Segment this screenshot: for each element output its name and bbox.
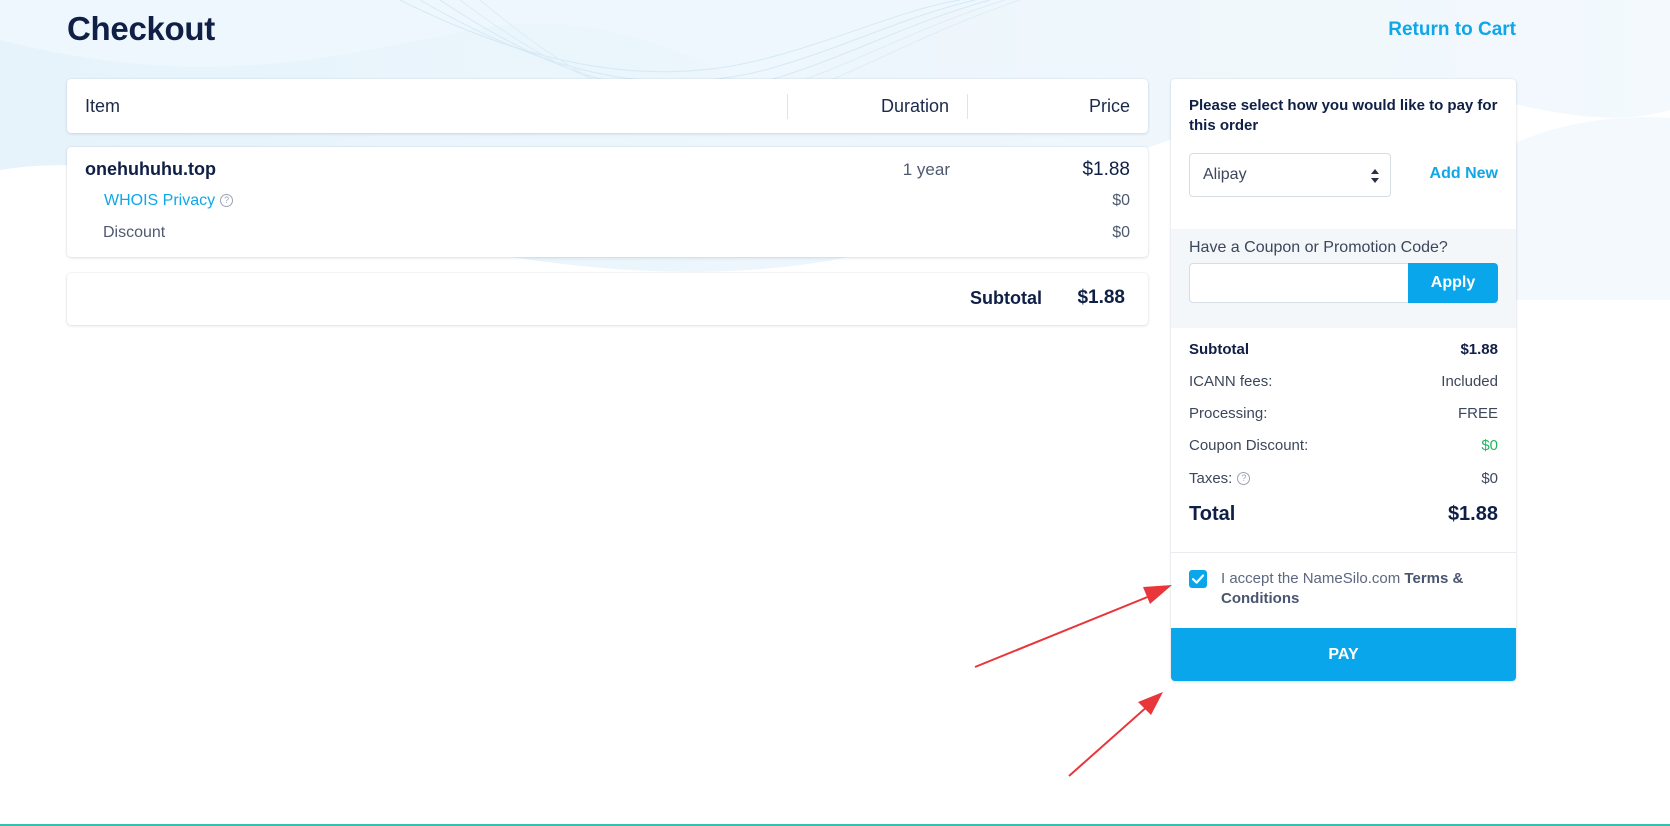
summary-value: $1.88 <box>1460 341 1498 358</box>
whois-privacy-label: WHOIS Privacy <box>104 192 216 209</box>
summary-row-subtotal: Subtotal $1.88 <box>1189 341 1498 363</box>
subtotal-label: Subtotal <box>970 288 1042 308</box>
summary-label: Processing: <box>1189 405 1268 422</box>
column-divider <box>967 94 968 119</box>
page-title: Checkout <box>67 10 215 47</box>
apply-coupon-button[interactable]: Apply <box>1408 263 1498 303</box>
payment-method-select[interactable]: Alipay <box>1189 153 1391 197</box>
column-divider <box>787 94 788 119</box>
item-duration: 1 year <box>902 160 950 179</box>
terms-label: I accept the NameSilo.com Terms & Condit… <box>1221 569 1496 609</box>
order-summary-panel: Please select how you would like to pay … <box>1171 79 1516 681</box>
summary-label: Taxes: <box>1189 470 1233 487</box>
coupon-section: Have a Coupon or Promotion Code? Apply <box>1171 229 1516 328</box>
summary-row-coupon-discount: Coupon Discount: $0 <box>1189 437 1498 459</box>
chevron-up-down-icon <box>1371 169 1379 183</box>
coupon-label: Have a Coupon or Promotion Code? <box>1189 239 1448 256</box>
summary-row-taxes: Taxes:? $0 <box>1189 470 1498 492</box>
discount-label: Discount <box>103 224 166 241</box>
order-item-card: onehuhuhu.top 1 year $1.88 WHOIS Privacy… <box>67 147 1148 257</box>
item-price: $1.88 <box>1082 159 1130 180</box>
summary-value: Included <box>1441 373 1498 390</box>
subtotal-value: $1.88 <box>1077 287 1125 308</box>
payment-method-value: Alipay <box>1203 166 1247 183</box>
summary-value: FREE <box>1457 405 1498 422</box>
column-header-duration: Duration <box>880 96 949 116</box>
total-label: Total <box>1189 503 1236 525</box>
terms-prefix: I accept the NameSilo.com <box>1221 570 1401 587</box>
whois-privacy-price: $0 <box>1112 192 1130 209</box>
discount-price: $0 <box>1112 224 1130 241</box>
question-circle-icon[interactable]: ? <box>1237 472 1251 485</box>
question-circle-icon[interactable]: ? <box>220 194 234 207</box>
total-value: $1.88 <box>1447 503 1498 525</box>
subtotal-card: Subtotal $1.88 <box>67 273 1148 325</box>
summary-value: $0 <box>1481 470 1498 487</box>
summary-label: Subtotal <box>1189 341 1249 358</box>
coupon-code-input[interactable] <box>1189 263 1408 303</box>
summary-row-processing: Processing: FREE <box>1189 405 1498 427</box>
terms-checkbox[interactable] <box>1189 570 1207 588</box>
add-new-payment-link[interactable]: Add New <box>1430 165 1498 183</box>
return-to-cart-link[interactable]: Return to Cart <box>1388 19 1516 41</box>
pay-button[interactable]: PAY <box>1171 628 1516 681</box>
column-header-price: Price <box>1088 96 1130 116</box>
summary-divider <box>1171 552 1516 553</box>
summary-row-total: Total $1.88 <box>1189 503 1498 531</box>
summary-label: Coupon Discount: <box>1189 437 1309 454</box>
column-header-item: Item <box>85 96 121 116</box>
summary-row-icann-fees: ICANN fees: Included <box>1189 373 1498 395</box>
checkout-page: Checkout Return to Cart Item Duration Pr… <box>0 0 1670 826</box>
payment-method-heading: Please select how you would like to pay … <box>1189 97 1498 134</box>
order-table-header: Item Duration Price <box>67 79 1148 133</box>
summary-value: $0 <box>1481 437 1498 454</box>
whois-privacy-link[interactable]: WHOIS Privacy? <box>104 192 234 210</box>
domain-name: onehuhuhu.top <box>85 159 216 179</box>
checkmark-icon <box>1191 574 1205 584</box>
summary-label-wrap: Taxes:? <box>1189 470 1251 487</box>
summary-label: ICANN fees: <box>1189 373 1273 390</box>
